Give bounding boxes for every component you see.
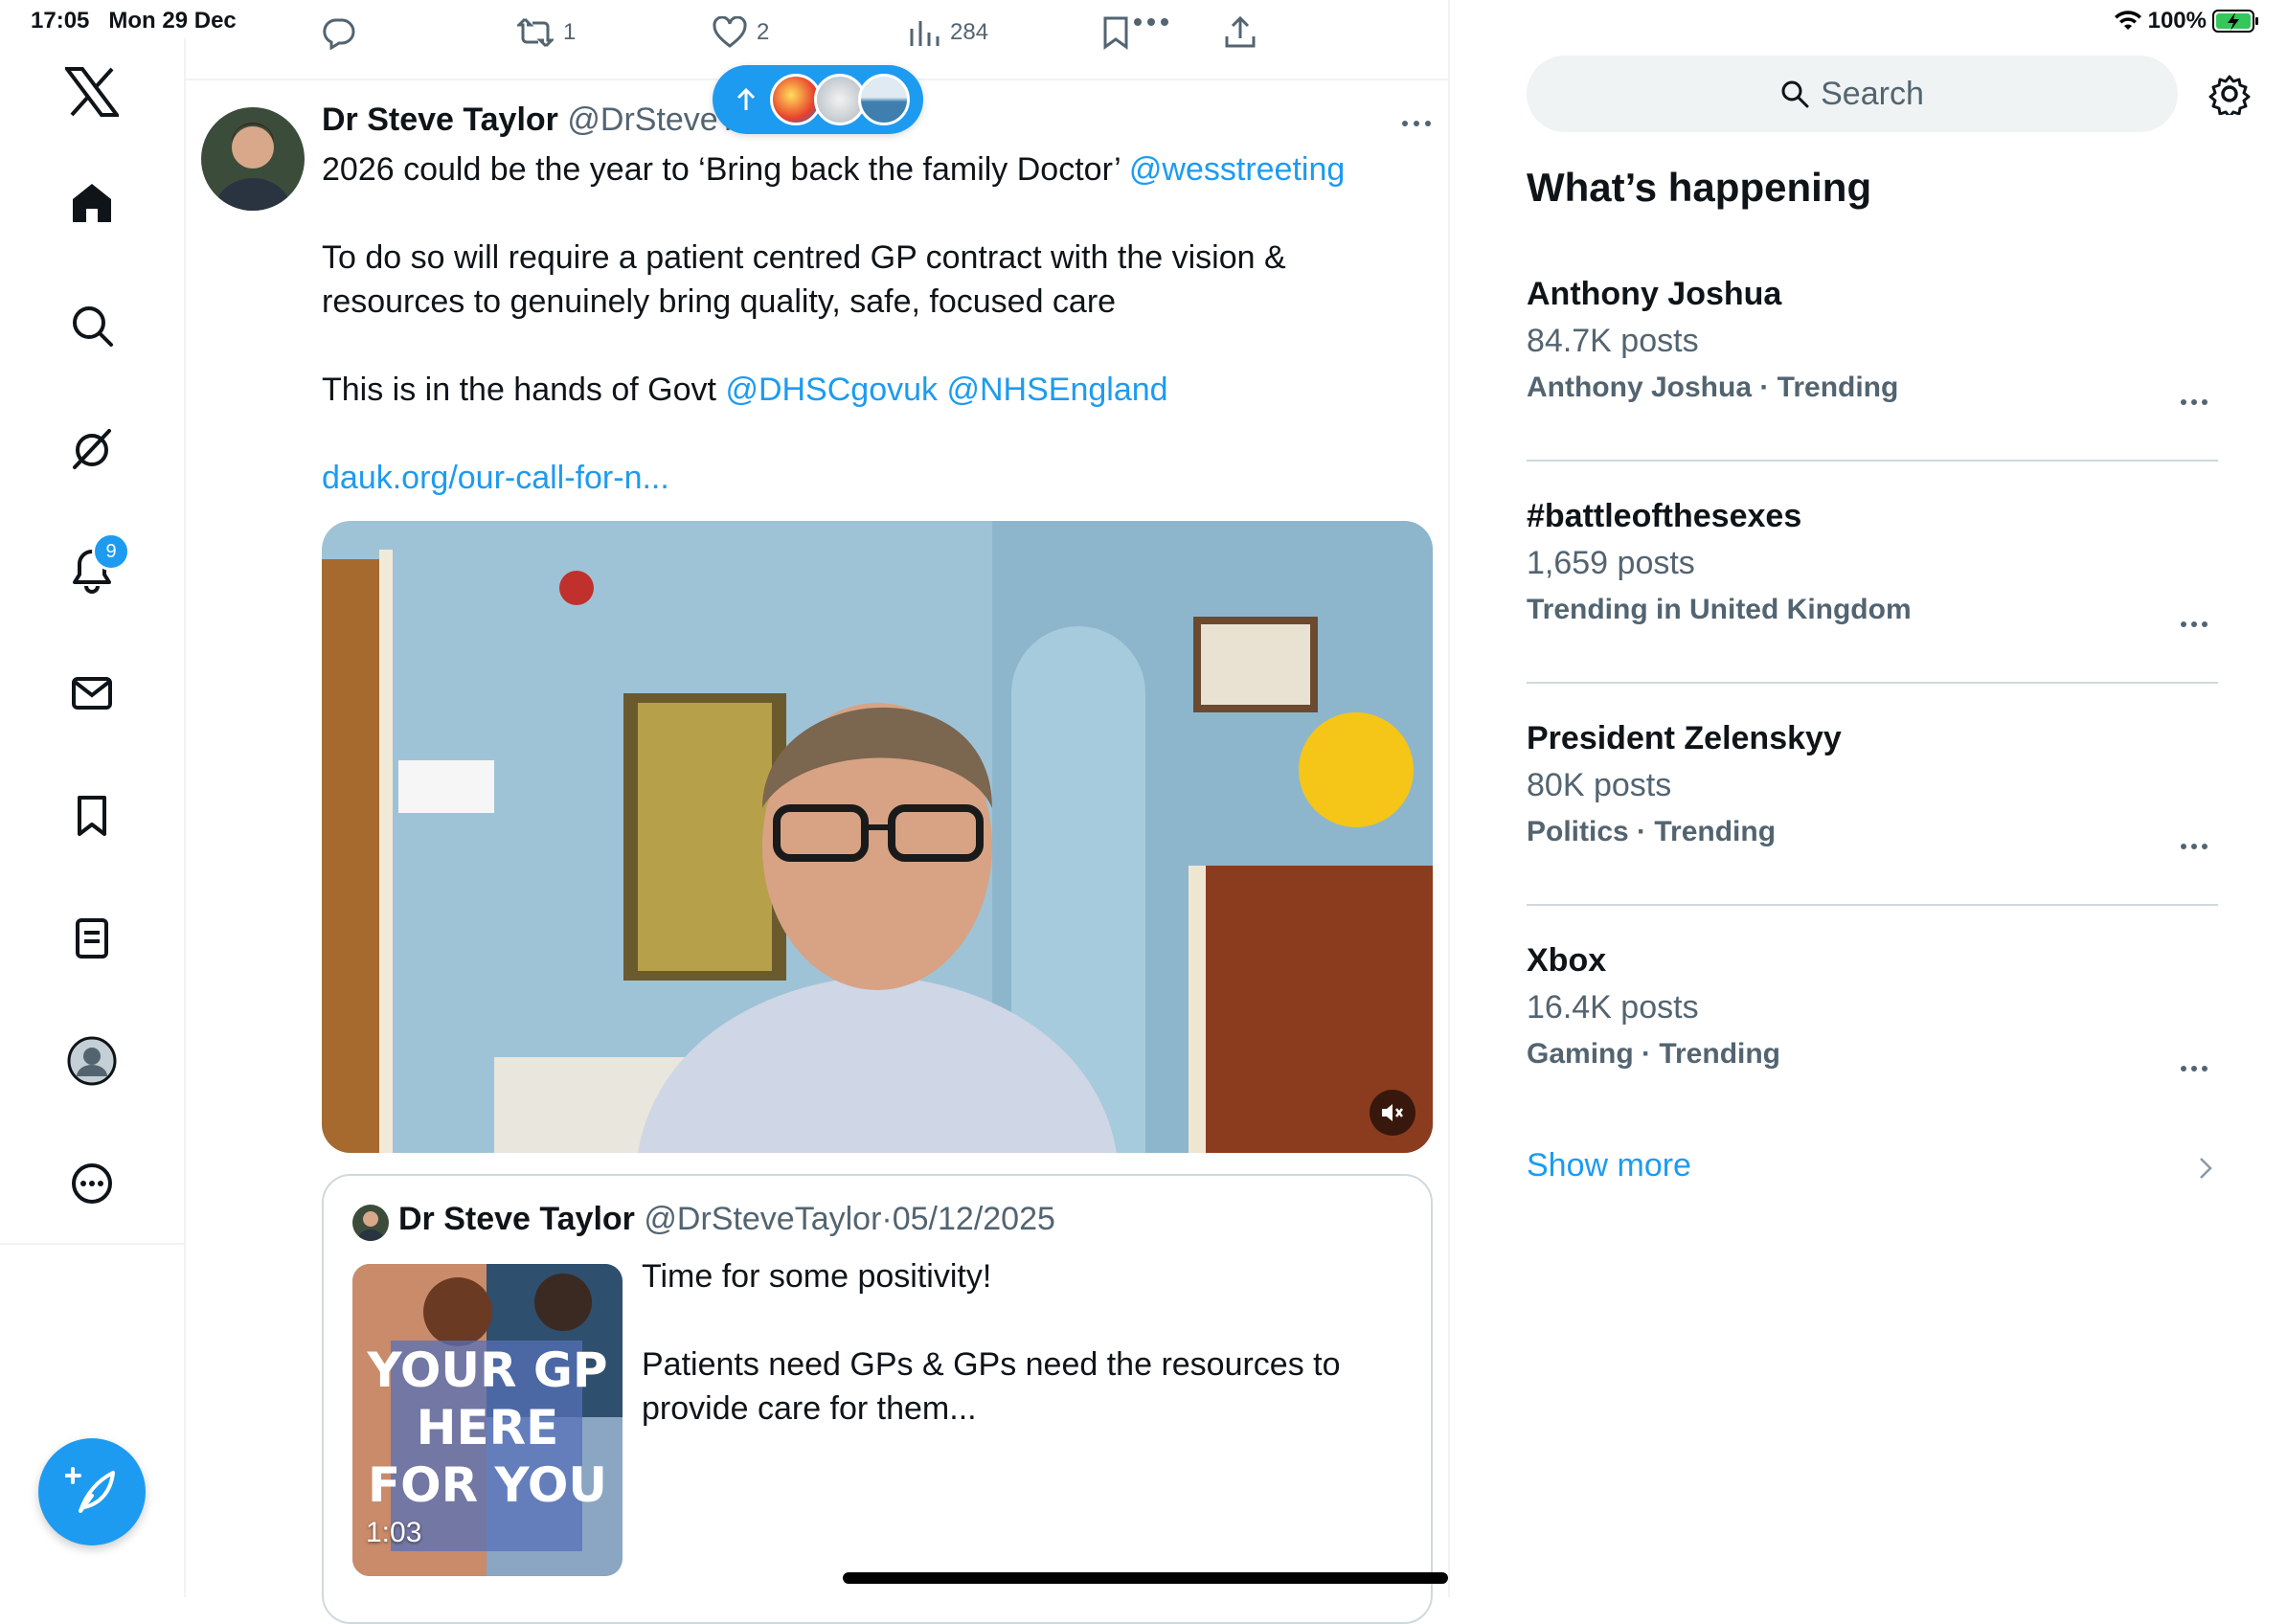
wifi-icon [2114,11,2142,32]
trend-context: Anthony Joshua · Trending [1527,372,1899,403]
like-button[interactable]: 2 [713,13,769,52]
retweet-icon [517,15,554,50]
status-time: 17:05 Mon 29 Dec [31,8,237,34]
post-author[interactable]: Dr Steve Taylor @DrSteveTa [322,102,753,139]
mention-link[interactable]: @NHSEngland [946,372,1167,408]
arrow-up-icon [736,87,757,112]
post-more-icon[interactable] [1400,119,1433,128]
nav-lists-icon[interactable] [57,904,126,973]
trend-context: Trending in United Kingdom [1527,594,1912,625]
views-button[interactable]: 284 [908,13,988,52]
nav-notifications-icon[interactable]: 9 [57,532,130,605]
nav-grok-icon[interactable] [57,414,126,483]
bookmark-icon [1101,15,1130,50]
nav-explore-icon[interactable] [57,291,126,360]
trend-more-icon[interactable] [2180,1065,2208,1072]
thumb-text-line2: HERE [417,1400,559,1455]
post-url-link[interactable]: dauk.org/our-call-for-n... [322,460,669,496]
trend-post-count: 1,659 posts [1527,545,1695,581]
bookmark-button[interactable] [1101,13,1130,52]
compose-post-button[interactable] [38,1438,146,1545]
trend-name: Anthony Joshua [1527,276,1782,312]
trend-item[interactable]: #battleofthesexes 1,659 posts Trending i… [1527,498,2218,628]
whats-happening-title: What’s happening [1527,165,1872,210]
trend-more-icon[interactable] [2180,398,2208,406]
chevron-right-icon[interactable] [2199,1157,2212,1180]
new-posts-pill[interactable] [713,65,923,134]
nav-bookmarks-icon[interactable] [57,781,126,850]
home-indicator[interactable] [843,1572,1448,1584]
trend-more-icon[interactable] [2180,843,2208,850]
post-text: 2026 could be the year to ‘Bring back th… [322,151,1346,496]
status-right: 100% [2114,8,2260,34]
quoted-post-date: 05/12/2025 [892,1201,1055,1237]
trend-name: President Zelenskyy [1527,720,1842,756]
quoted-author-avatar [352,1205,389,1241]
thumb-text-line1: YOUR GP [366,1342,607,1398]
video-duration: 1:03 [366,1517,422,1548]
more-dots-icon[interactable] [1132,15,1170,29]
nav-bottom-divider [0,1243,184,1245]
search-input[interactable]: Search [1527,56,2178,132]
analytics-icon [908,17,940,48]
trend-name: #battleofthesexes [1527,498,1802,534]
pill-avatar-3 [858,74,910,125]
feather-plus-icon [65,1465,119,1519]
reply-icon [322,15,356,50]
trend-item[interactable]: Xbox 16.4K posts Gaming · Trending [1527,942,2218,1071]
show-more-link[interactable]: Show more [1527,1147,1691,1184]
author-name: Dr Steve Taylor [322,102,558,138]
reply-button[interactable] [322,13,356,52]
trend-divider [1527,904,2218,906]
heart-icon [713,16,747,49]
nav-home-icon[interactable] [57,169,126,237]
share-icon [1224,15,1257,50]
nav-messages-icon[interactable] [57,659,126,728]
retweet-count: 1 [563,19,577,45]
trend-context: Gaming · Trending [1527,1038,1781,1070]
trend-post-count: 84.7K posts [1527,323,1699,359]
quoted-post-text: Time for some positivity! Patients need … [642,1258,1341,1427]
like-count: 2 [757,19,770,45]
trend-post-count: 80K posts [1527,767,1672,803]
share-button[interactable] [1224,13,1257,52]
mention-link[interactable]: @DHSCgovuk [725,372,938,408]
trend-divider [1527,460,2218,462]
speaker-muted-icon [1380,1102,1405,1123]
battery-percent: 100% [2147,8,2207,34]
search-placeholder: Search [1821,75,1924,112]
trend-context: Politics · Trending [1527,816,1777,847]
trend-more-icon[interactable] [2180,620,2208,628]
battery-charging-icon [2212,10,2260,33]
nav-more-icon[interactable] [57,1149,126,1218]
notification-badge: 9 [92,532,130,571]
column-divider [1448,0,1450,1597]
quoted-post-header: Dr Steve Taylor @DrSteveTaylor·05/12/202… [398,1201,1055,1237]
trend-item[interactable]: President Zelenskyy 80K posts Politics ·… [1527,720,2218,850]
retweet-button[interactable]: 1 [517,13,576,52]
search-icon [1780,79,1809,108]
settings-gear-icon[interactable] [2208,73,2251,115]
quoted-author-name: Dr Steve Taylor [398,1201,635,1237]
mute-button[interactable] [1370,1090,1415,1136]
nav-profile-avatar[interactable] [57,1026,126,1095]
x-logo[interactable] [57,57,126,126]
author-avatar[interactable] [201,107,305,211]
trend-post-count: 16.4K posts [1527,989,1699,1026]
trend-name: Xbox [1527,942,1607,979]
thumb-text-line3: FOR YOU [368,1457,607,1513]
nav-divider [184,38,186,1597]
quoted-author-handle: @DrSteveTaylor [644,1201,882,1237]
post-video[interactable] [322,521,1433,1153]
mention-link[interactable]: @wesstreeting [1129,151,1345,188]
trend-divider [1527,682,2218,684]
views-count: 284 [950,19,989,45]
trend-item[interactable]: Anthony Joshua 84.7K posts Anthony Joshu… [1527,276,2218,406]
